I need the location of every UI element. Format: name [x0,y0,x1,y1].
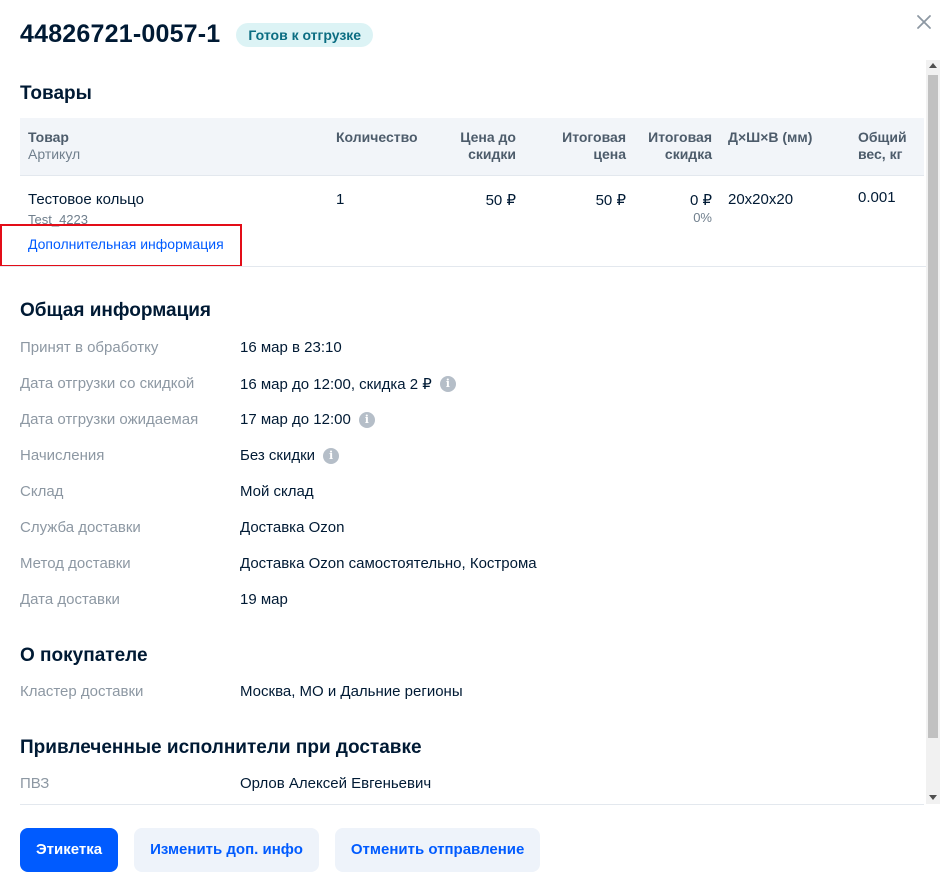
info-value-accruals: Без скидки i [240,447,340,464]
product-final-price: 50 ₽ [595,192,626,209]
info-value-delivery-service: Доставка Ozon [240,519,345,536]
info-value-delivery-method: Доставка Ozon самостоятельно, Кострома [240,555,537,572]
col-quantity: Количество [336,129,418,145]
col-product: Товар Артикул [28,129,81,162]
info-label-delivery-service: Служба доставки [20,519,141,536]
info-value-delivery-cluster: Москва, МО и Дальние регионы [240,683,463,700]
info-label-discount-shipment: Дата отгрузки со скидкой [20,375,195,392]
general-section-title: Общая информация [20,300,212,321]
order-number-title: 44826721-0057-1 [20,20,221,48]
info-label-accepted: Принят в обработку [20,339,159,356]
product-discount: 0 ₽ [689,192,712,209]
col-final-price: Итоговая цена [562,129,626,162]
footer-divider [20,804,924,805]
info-label-pickup-point: ПВЗ [20,775,50,792]
info-value-delivery-date: 19 мар [240,591,288,608]
label-button[interactable]: Этикетка [20,828,119,872]
col-article: Артикул [28,146,81,162]
executors-section-title: Привлеченные исполнители при доставке [20,737,422,758]
info-label-accruals: Начисления [20,447,105,464]
close-icon [917,15,931,29]
col-dimensions: Д×Ш×В (мм) [728,129,813,145]
status-badge: Готов к отгрузке [236,22,374,47]
scroll-up-arrow-icon[interactable] [929,63,937,68]
close-button[interactable] [912,10,936,34]
modal-scroll-content[interactable]: Товары Товар Артикул Количество Цена до … [0,60,926,804]
cancel-shipment-button[interactable]: Отменить отправление [334,828,541,872]
order-modal: 44826721-0057-1 Готов к отгрузке Товары … [0,0,946,884]
more-info-link[interactable]: Дополнительная информация [28,236,224,252]
product-price-before: 50 ₽ [485,192,516,209]
info-value-expected-shipment: 17 мар до 12:00 i [240,411,375,428]
info-icon[interactable]: i [439,376,456,392]
section-divider [0,266,926,267]
scroll-thumb[interactable] [928,75,938,738]
modal-header: 44826721-0057-1 Готов к отгрузке [20,20,374,49]
info-value-warehouse: Мой склад [240,483,314,500]
edit-info-button[interactable]: Изменить доп. инфо [134,828,319,872]
info-label-expected-shipment: Дата отгрузки ожидаемая [20,411,199,428]
table-divider [20,175,924,176]
info-label-delivery-cluster: Кластер доставки [20,683,144,700]
goods-table-header: Товар Артикул Количество Цена до скидки … [20,118,924,176]
info-label-warehouse: Склад [20,483,64,500]
info-label-delivery-method: Метод доставки [20,555,131,572]
col-weight: Общий вес, кг [858,129,907,162]
info-value-discount-shipment: 16 мар до 12:00, скидка 2 ₽ i [240,375,456,393]
info-value-accepted: 16 мар в 23:10 [240,339,342,356]
scrollbar[interactable] [926,60,940,804]
product-dimensions: 20x20x20 [728,191,794,208]
product-discount-percent: 0% [693,210,712,225]
info-icon[interactable]: i [358,411,375,428]
buyer-section-title: О покупателе [20,645,148,666]
product-name: Тестовое кольцо [28,191,144,208]
col-final-discount: Итоговая скидка [648,129,712,162]
col-price-before: Цена до скидки [460,129,516,162]
goods-section-title: Товары [20,83,92,104]
info-icon[interactable]: i [323,447,340,464]
scroll-down-arrow-icon[interactable] [929,795,937,800]
info-label-delivery-date: Дата доставки [20,591,120,608]
product-weight: 0.001 [858,189,896,206]
modal-footer: Этикетка Изменить доп. инфо Отменить отп… [20,828,541,872]
info-value-pickup-point: Орлов Алексей Евгеньевич [240,775,432,792]
product-quantity: 1 [336,191,345,208]
